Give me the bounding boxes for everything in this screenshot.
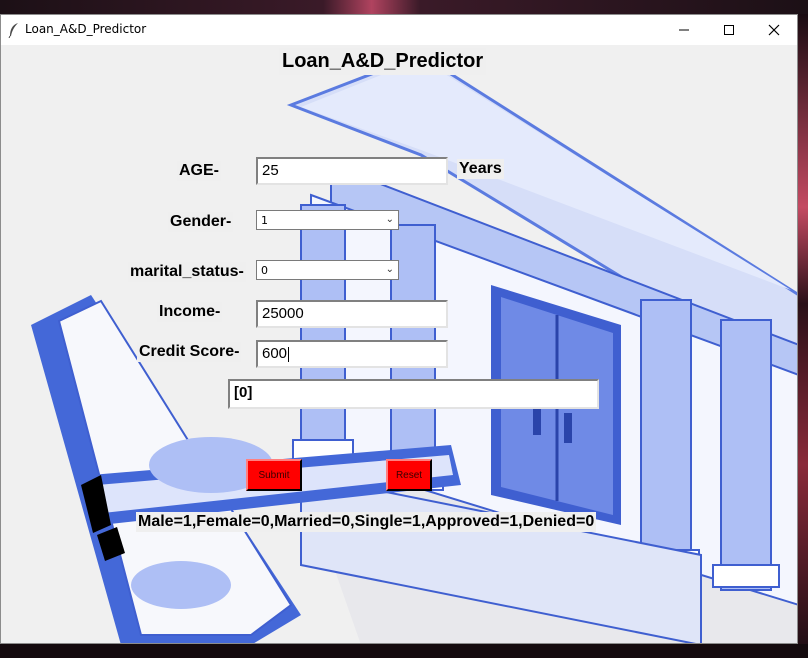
window-title: Loan_A&D_Predictor	[25, 22, 147, 36]
marital-status-label: marital_status-	[128, 262, 246, 282]
marital-status-selected-value: 0	[261, 264, 268, 277]
text-cursor	[288, 346, 290, 362]
app-window: Loan_A&D_Predictor Loan_A&D_Predictor AG…	[0, 14, 798, 644]
page-title: Loan_A&D_Predictor	[279, 48, 487, 75]
prediction-result-field[interactable]: [0]	[228, 379, 599, 409]
minimize-icon	[679, 29, 689, 31]
marital-status-select[interactable]: 0 ⌄	[256, 260, 399, 280]
submit-button[interactable]: Submit	[246, 459, 302, 491]
desktop-background-top	[0, 0, 808, 14]
income-label: Income-	[157, 302, 223, 322]
gender-selected-value: 1	[261, 214, 268, 227]
chevron-down-icon: ⌄	[385, 264, 394, 275]
credit-score-label: Credit Score-	[137, 342, 242, 362]
form-canvas: Loan_A&D_Predictor AGE- 25 Years Gender-…	[1, 45, 797, 643]
credit-score-input[interactable]: 600	[256, 340, 448, 368]
desktop-background-right	[798, 14, 808, 658]
minimize-button[interactable]	[661, 15, 707, 45]
encoding-legend: Male=1,Female=0,Married=0,Single=1,Appro…	[136, 512, 597, 532]
age-label: AGE-	[177, 161, 221, 181]
maximize-button[interactable]	[706, 15, 752, 45]
feather-icon	[8, 23, 18, 38]
income-input[interactable]: 25000	[256, 300, 448, 328]
credit-score-value: 600	[262, 345, 288, 362]
age-input[interactable]: 25	[256, 157, 448, 185]
chevron-down-icon: ⌄	[385, 214, 394, 225]
taskbar-edge	[0, 644, 808, 658]
maximize-icon	[724, 25, 734, 35]
close-icon	[768, 24, 780, 36]
age-unit-label: Years	[457, 159, 504, 179]
close-button[interactable]	[751, 15, 797, 45]
reset-button[interactable]: Reset	[386, 459, 432, 491]
gender-select[interactable]: 1 ⌄	[256, 210, 399, 230]
title-bar[interactable]: Loan_A&D_Predictor	[1, 15, 797, 45]
gender-label: Gender-	[168, 212, 234, 232]
